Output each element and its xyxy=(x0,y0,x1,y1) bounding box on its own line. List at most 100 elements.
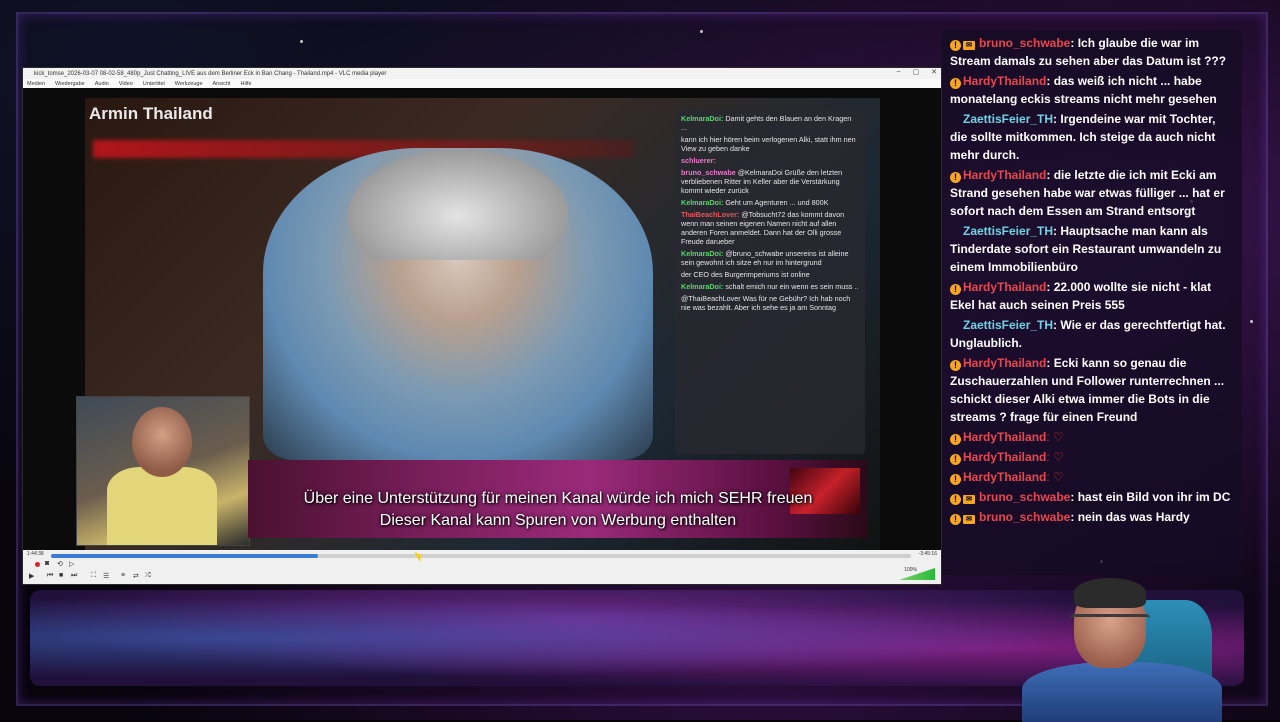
chat-message: !ZaettisFeier_TH: Wie er das gerechtfert… xyxy=(950,316,1234,352)
chat-username[interactable]: bruno_schwabe xyxy=(979,510,1070,524)
loop-ab-icon[interactable]: ⟲ xyxy=(57,560,63,568)
volume-label: 100% xyxy=(904,567,917,573)
moderator-badge-icon: ! xyxy=(950,78,961,89)
main-streamer-hair xyxy=(348,150,568,260)
overlay-chat-line: KelmaraDoi: schalt emich nur ein wenn es… xyxy=(681,282,859,291)
chat-username[interactable]: HardyThailand xyxy=(963,470,1046,484)
chat-message: ! HardyThailand: ♡ xyxy=(950,448,1234,466)
banner-line-2: Dieser Kanal kann Spuren von Werbung ent… xyxy=(379,512,737,529)
overlay-chat-line: kann ich hier hören beim verlogenen Alki… xyxy=(681,135,856,153)
star-decoration xyxy=(300,40,303,43)
chat-message: ! ✉ bruno_schwabe: nein das was Hardy xyxy=(950,508,1234,526)
menu-hilfe[interactable]: Hilfe xyxy=(241,81,252,87)
chat-message: ! HardyThailand: das weiß ich nicht ... h… xyxy=(950,72,1234,108)
chat-message-text: : ♡ xyxy=(1046,470,1064,484)
streamer-webcam xyxy=(1012,570,1252,722)
menu-wiedergabe[interactable]: Wiedergabe xyxy=(55,81,85,87)
banner-line-1: Über eine Unterstützung für meinen Kanal… xyxy=(303,490,813,507)
vlc-titlebar[interactable]: kick_tomse_2026-03-07 08-02-58_480p_Just… xyxy=(23,68,941,79)
moderator-badge-icon: ! xyxy=(950,172,961,183)
seek-bar[interactable] xyxy=(51,554,911,558)
overlay-chat-line: KelmaraDoi: @bruno_schwabe unsereins ist… xyxy=(681,249,849,267)
chat-username[interactable]: ZaettisFeier_TH xyxy=(963,318,1053,332)
chat-message: ! HardyThailand: 22.000 wollte sie nicht … xyxy=(950,278,1234,314)
chat-message: ! HardyThailand: ♡ xyxy=(950,468,1234,486)
streamer-glasses xyxy=(1070,614,1150,627)
close-button[interactable]: ✕ xyxy=(931,68,937,76)
shuffle-icon[interactable]: ⤮ xyxy=(145,572,151,580)
chat-message: ! HardyThailand: die letzte die ich mit E… xyxy=(950,166,1234,220)
chat-username[interactable]: HardyThailand xyxy=(963,356,1046,370)
playlist-icon[interactable]: ≡ xyxy=(121,572,125,579)
chat-username[interactable]: ZaettisFeier_TH xyxy=(963,224,1053,238)
vlc-window-title: kick_tomse_2026-03-07 08-02-58_480p_Just… xyxy=(34,70,387,77)
chat-message-text: : hast ein Bild von ihr im DC xyxy=(1070,490,1231,504)
seek-progress xyxy=(51,554,318,558)
pip-person-face xyxy=(132,407,192,477)
vlc-controls: 1:44:38 -3:45:16 ◙ ⟲ ▷ ▶ ⏮ ■ ⏭ ⛶ ☰ ≡ ⇄ ⤮… xyxy=(23,550,941,584)
next-icon[interactable]: ⏭ xyxy=(71,572,77,580)
overlay-chat-line: schluerer: xyxy=(681,156,716,165)
stop-icon[interactable]: ■ xyxy=(59,572,63,579)
loop-icon[interactable]: ⇄ xyxy=(133,572,139,580)
moderator-badge-icon: ! xyxy=(950,494,961,505)
elapsed-time: 1:44:38 xyxy=(27,551,44,557)
chat-message: ! ✉ bruno_schwabe: Ich glaube die war im S… xyxy=(950,34,1234,70)
menu-ansicht[interactable]: Ansicht xyxy=(213,81,231,87)
menu-untertitel[interactable]: Untertitel xyxy=(143,81,165,87)
moderator-badge-icon: ! xyxy=(950,514,961,525)
menu-audio[interactable]: Audio xyxy=(95,81,109,87)
overlay-chat-line: ThaiBeachLover: @Tobsucht72 das kommt da… xyxy=(681,210,845,246)
moderator-badge-icon: ! xyxy=(950,454,961,465)
overlay-chat-line: KelmaraDoi: Damit gehts den Blauen an de… xyxy=(681,114,852,132)
record-icon[interactable] xyxy=(35,562,40,567)
previous-icon[interactable]: ⏮ xyxy=(47,572,53,580)
volume-slider[interactable]: 100% xyxy=(895,567,935,580)
chat-message-text: : ♡ xyxy=(1046,450,1064,464)
minimize-button[interactable]: – xyxy=(897,68,901,76)
moderator-badge-icon: ! xyxy=(950,474,961,485)
chat-message-text: : ♡ xyxy=(1046,430,1064,444)
maximize-button[interactable]: ▢ xyxy=(913,68,920,76)
fullscreen-icon[interactable]: ⛶ xyxy=(91,572,96,580)
chat-username[interactable]: HardyThailand xyxy=(963,74,1046,88)
menu-video[interactable]: Video xyxy=(119,81,133,87)
subscriber-badge-icon: ✉ xyxy=(963,515,975,524)
streamer-hair xyxy=(1074,578,1146,608)
chat-username[interactable]: ZaettisFeier_TH xyxy=(963,112,1053,126)
streamer-body xyxy=(1022,662,1222,722)
moderator-badge-icon: ! xyxy=(950,40,961,51)
chat-username[interactable]: HardyThailand xyxy=(963,280,1046,294)
support-banner: Über eine Unterstützung für meinen Kanal… xyxy=(248,460,868,538)
menu-medien[interactable]: Medien xyxy=(27,81,45,87)
chat-username[interactable]: bruno_schwabe xyxy=(979,490,1070,504)
moderator-badge-icon: ! xyxy=(950,284,961,295)
chat-message: ! ✉ bruno_schwabe: hast ein Bild von ihr i… xyxy=(950,488,1234,506)
frame-step-icon[interactable]: ▷ xyxy=(69,560,74,568)
star-decoration xyxy=(1250,320,1253,323)
window-controls: – ▢ ✕ xyxy=(897,68,937,76)
chat-username[interactable]: HardyThailand xyxy=(963,450,1046,464)
menu-werkzeuge[interactable]: Werkzeuge xyxy=(175,81,203,87)
total-time: -3:45:16 xyxy=(918,551,937,557)
chat-message: !ZaettisFeier_TH: Irgendeine war mit Toc… xyxy=(950,110,1234,164)
video-area[interactable]: Armin Thailand KelmaraDoi: Damit gehts d… xyxy=(23,88,941,550)
chat-message-text: : nein das was Hardy xyxy=(1070,510,1190,524)
moderator-badge-icon: ! xyxy=(950,360,961,371)
chat-message: ! HardyThailand: ♡ xyxy=(950,428,1234,446)
snapshot-icon[interactable]: ◙ xyxy=(45,560,49,567)
moderator-badge-icon: ! xyxy=(950,434,961,445)
streamer-name: Armin Thailand xyxy=(89,104,213,123)
chat-username[interactable]: HardyThailand xyxy=(963,168,1046,182)
overlay-chat-line: bruno_schwabe @KelmaraDoi Grüße den letz… xyxy=(681,168,843,195)
embedded-chat-overlay: KelmaraDoi: Damit gehts den Blauen an de… xyxy=(675,110,865,454)
vlc-window: kick_tomse_2026-03-07 08-02-58_480p_Just… xyxy=(23,68,941,584)
subscriber-badge-icon: ✉ xyxy=(963,495,975,504)
picture-in-picture-webcam xyxy=(76,396,250,546)
overlay-chat-line: @ThaiBeachLover Was für ne Gebühr? Ich h… xyxy=(681,294,851,312)
extended-settings-icon[interactable]: ☰ xyxy=(103,572,109,580)
chat-username[interactable]: bruno_schwabe xyxy=(979,36,1070,50)
overlay-chat-line: der CEO des Burgerimperiums ist online xyxy=(681,270,810,279)
play-icon[interactable]: ▶ xyxy=(29,572,34,580)
chat-username[interactable]: HardyThailand xyxy=(963,430,1046,444)
